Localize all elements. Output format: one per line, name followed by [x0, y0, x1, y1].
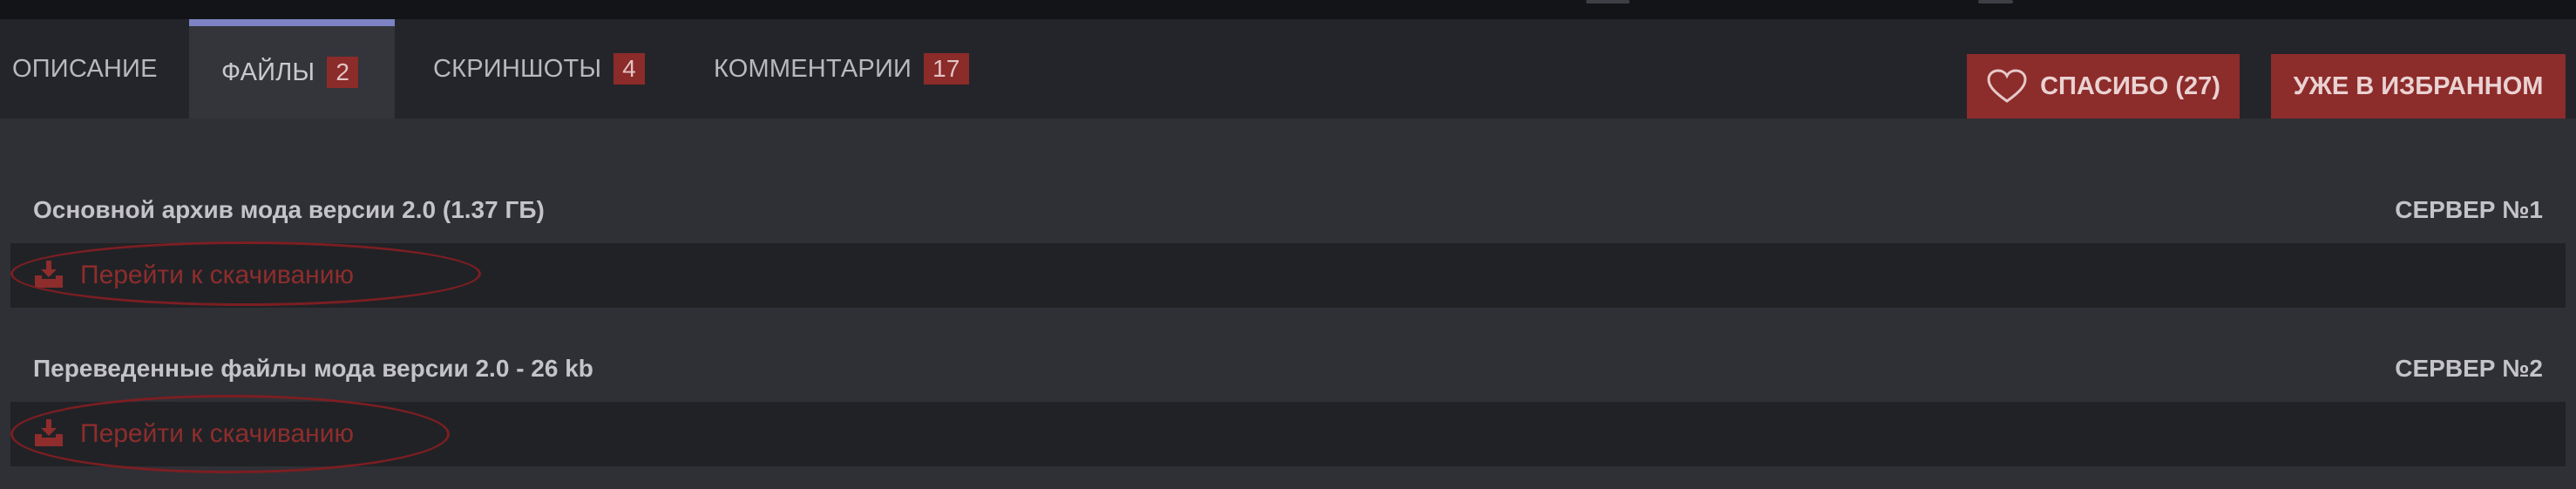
tab-count-badge: 4 [613, 53, 646, 85]
top-strip [0, 0, 2576, 19]
favorite-label: УЖЕ В ИЗБРАННОМ [2293, 71, 2544, 100]
tab-bar: ОПИСАНИЕ ФАЙЛЫ 2 СКРИНШОТЫ 4 КОММЕНТАРИИ… [0, 19, 2576, 119]
tab-comments[interactable]: КОММЕНТАРИИ 17 [702, 19, 981, 119]
thanks-label: СПАСИБО (27) [2040, 71, 2220, 100]
server-label: СЕРВЕР №1 [2395, 196, 2543, 223]
tab-count-badge: 2 [327, 57, 359, 88]
download-link[interactable]: Перейти к скачиванию [80, 402, 354, 466]
favorite-button[interactable]: УЖЕ В ИЗБРАННОМ [2271, 54, 2566, 119]
file-title: Переведенные файлы мода версии 2.0 - 26 … [33, 355, 593, 382]
tab-description[interactable]: ОПИСАНИЕ [0, 19, 170, 119]
download-row: Перейти к скачиванию [10, 402, 2566, 466]
file-title: Основной архив мода версии 2.0 (1.37 ГБ) [33, 196, 545, 223]
tab-label: КОММЕНТАРИИ [714, 54, 912, 83]
download-row: Перейти к скачиванию [10, 243, 2566, 308]
server-label: СЕРВЕР №2 [2395, 355, 2543, 382]
thanks-button[interactable]: СПАСИБО (27) [1967, 54, 2240, 119]
download-icon [35, 419, 63, 446]
files-panel: Основной архив мода версии 2.0 (1.37 ГБ)… [0, 119, 2576, 489]
download-icon [35, 261, 63, 288]
tab-count-badge: 17 [924, 53, 969, 85]
tab-label: ФАЙЛЫ [221, 58, 315, 86]
top-decoration [1978, 0, 2013, 3]
top-decoration [1586, 0, 1630, 3]
heart-icon [1987, 69, 2027, 103]
tab-label: ОПИСАНИЕ [12, 54, 158, 83]
tab-screenshots[interactable]: СКРИНШОТЫ 4 [421, 19, 657, 119]
tab-files[interactable]: ФАЙЛЫ 2 [189, 19, 395, 119]
download-link[interactable]: Перейти к скачиванию [80, 243, 354, 308]
tab-label: СКРИНШОТЫ [433, 54, 602, 83]
